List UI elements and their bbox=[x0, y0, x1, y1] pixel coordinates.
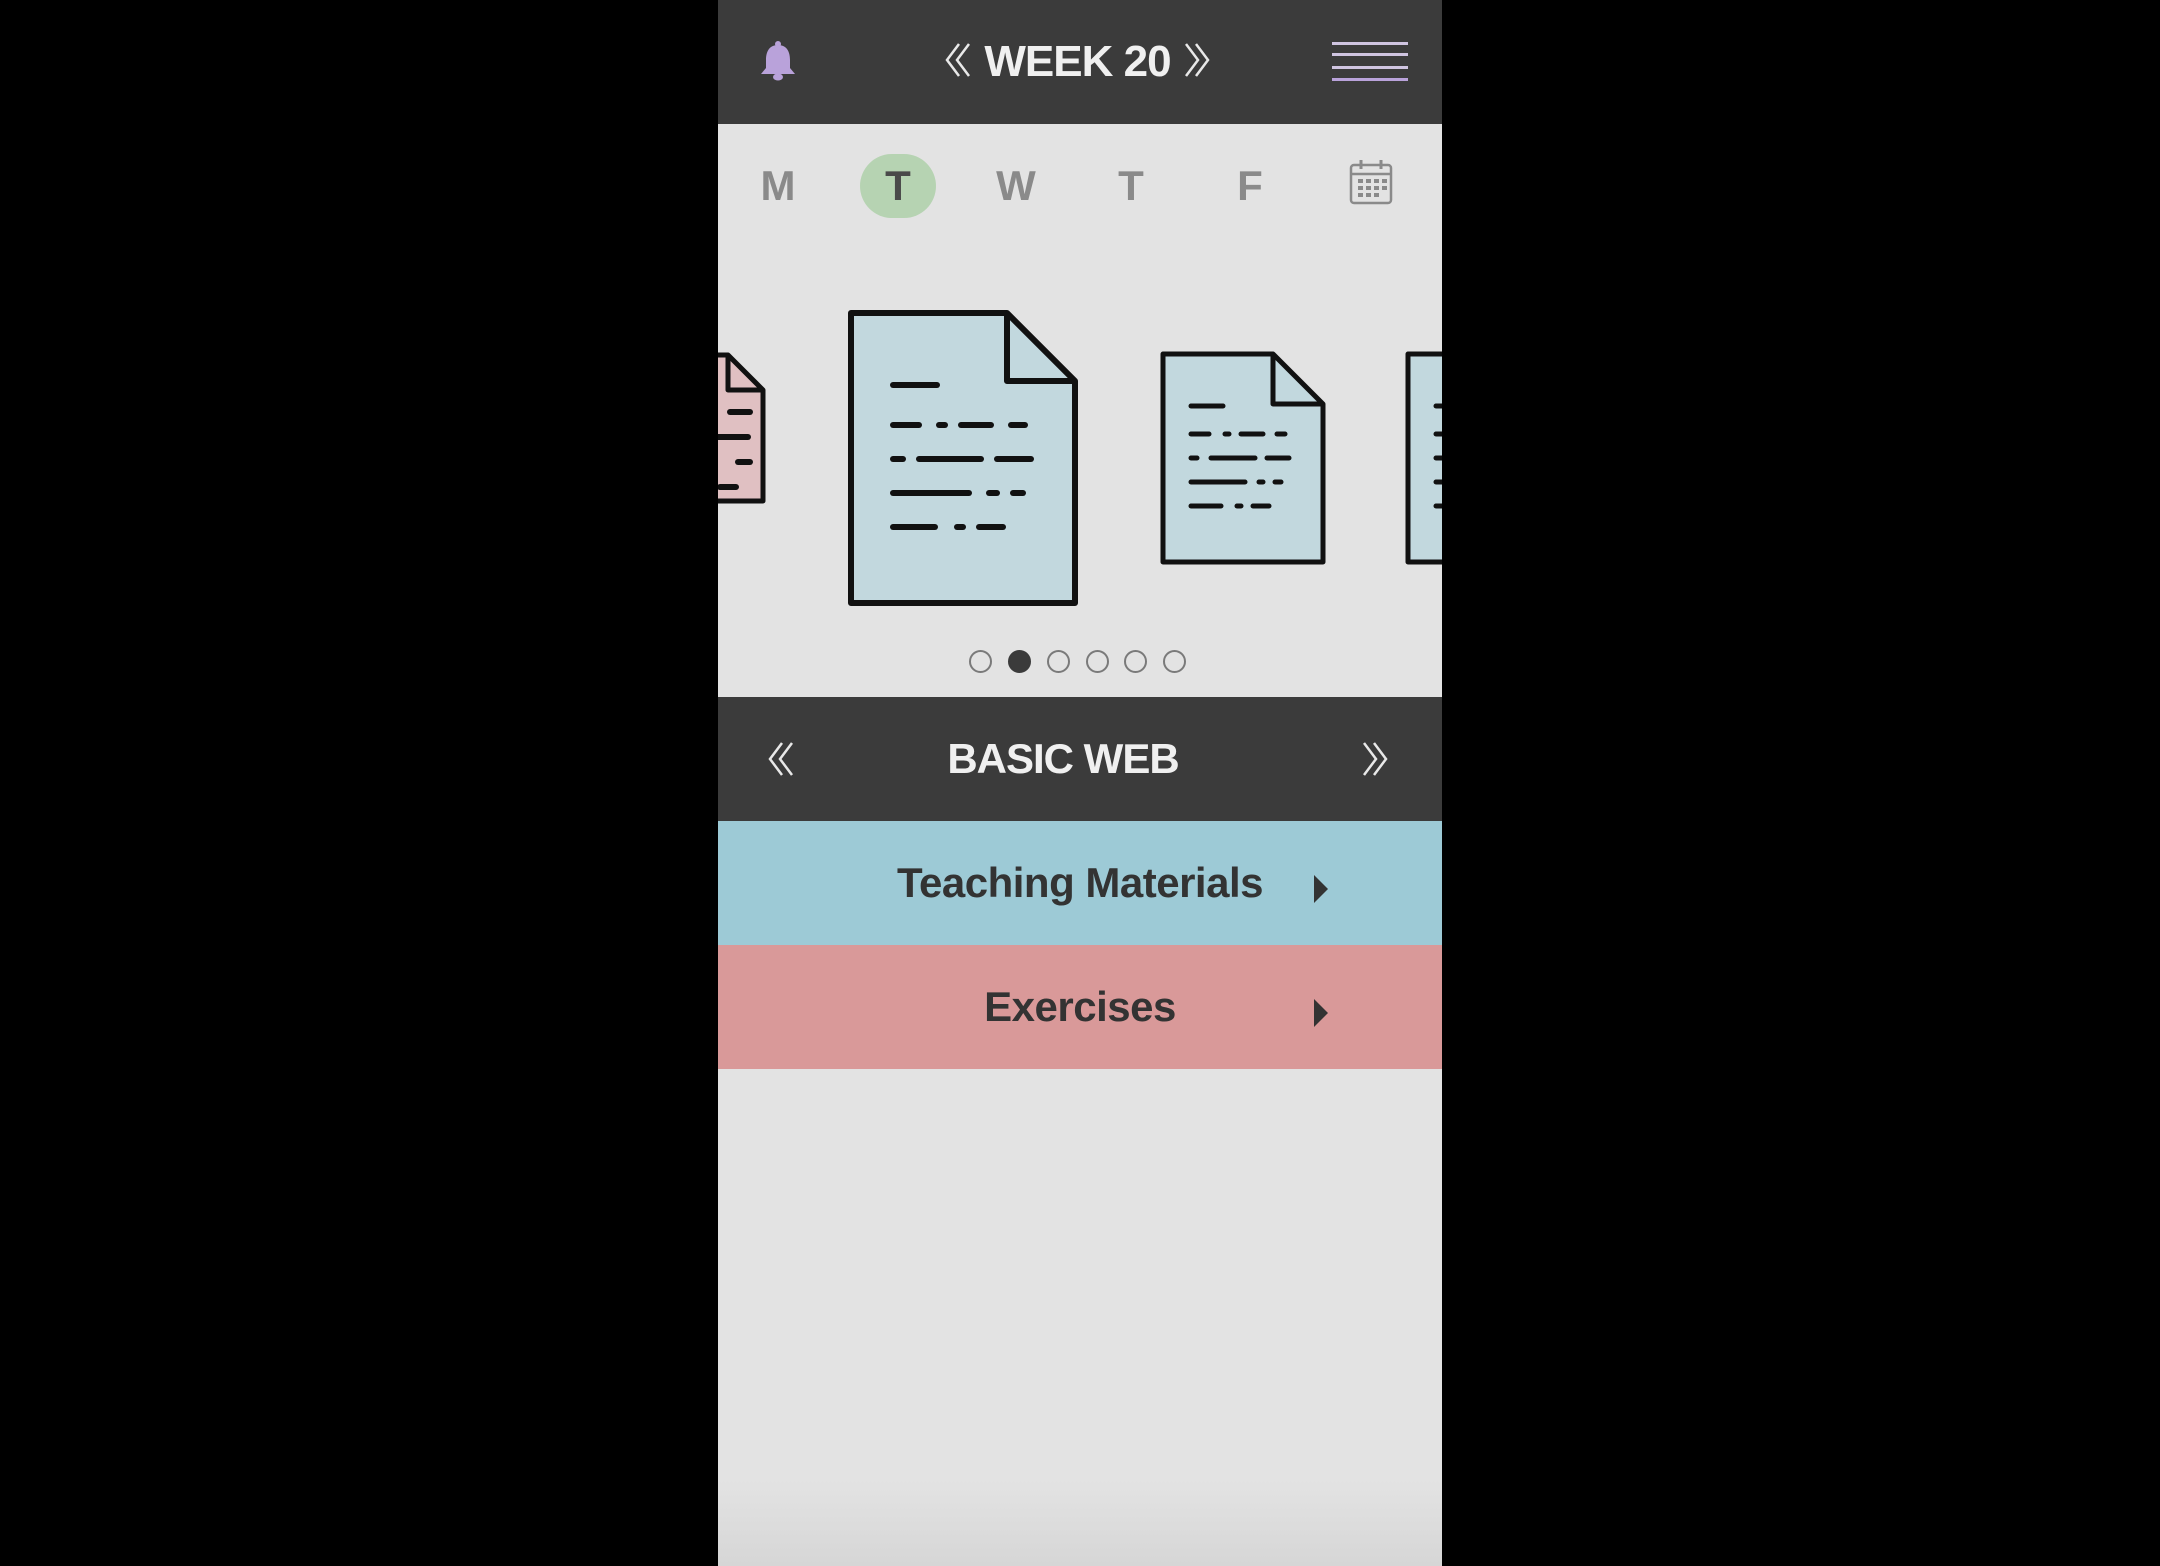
next-week-icon[interactable] bbox=[1184, 42, 1210, 78]
document-icon[interactable] bbox=[847, 309, 1079, 607]
bell-icon[interactable] bbox=[758, 40, 798, 82]
document-icon[interactable] bbox=[718, 352, 766, 504]
day-tuesday[interactable]: T bbox=[860, 154, 936, 218]
pagination-dot-active[interactable] bbox=[1008, 650, 1031, 673]
course-title: BASIC WEB bbox=[947, 735, 1179, 782]
pagination-dot[interactable] bbox=[1086, 650, 1109, 673]
caret-right-icon bbox=[1314, 999, 1328, 1027]
exercises-row[interactable]: Exercises bbox=[718, 945, 1442, 1069]
pagination-dot[interactable] bbox=[1047, 650, 1070, 673]
pagination-dot[interactable] bbox=[1163, 650, 1186, 673]
day-monday[interactable]: M bbox=[740, 154, 816, 218]
prev-course-icon[interactable] bbox=[768, 741, 794, 777]
document-icon[interactable] bbox=[1404, 350, 1442, 566]
document-icon[interactable] bbox=[1159, 350, 1327, 566]
pagination-dot[interactable] bbox=[969, 650, 992, 673]
document-carousel[interactable] bbox=[718, 242, 1442, 622]
content-area-bottom bbox=[718, 1480, 1442, 1566]
prev-week-icon[interactable] bbox=[945, 42, 971, 78]
next-course-icon[interactable] bbox=[1362, 741, 1388, 777]
day-thursday[interactable]: T bbox=[1093, 154, 1169, 218]
calendar-icon[interactable] bbox=[1348, 158, 1394, 206]
exercises-label: Exercises bbox=[984, 983, 1176, 1030]
teaching-materials-row[interactable]: Teaching Materials bbox=[718, 821, 1442, 945]
pagination-dot[interactable] bbox=[1124, 650, 1147, 673]
top-bar: WEEK 20 bbox=[718, 0, 1442, 124]
day-wednesday[interactable]: W bbox=[978, 154, 1054, 218]
caret-right-icon bbox=[1314, 875, 1328, 903]
hamburger-menu-icon[interactable] bbox=[1332, 40, 1408, 84]
day-friday[interactable]: F bbox=[1212, 154, 1288, 218]
teaching-materials-label: Teaching Materials bbox=[896, 859, 1264, 906]
carousel-pagination bbox=[718, 648, 1442, 678]
day-selector: M T W T F bbox=[718, 124, 1442, 242]
week-title: WEEK 20 bbox=[984, 37, 1171, 86]
phone-screen: WEEK 20 M T W T F BASIC WEB Teaching Mat… bbox=[718, 0, 1442, 1566]
course-bar: BASIC WEB bbox=[718, 697, 1442, 821]
